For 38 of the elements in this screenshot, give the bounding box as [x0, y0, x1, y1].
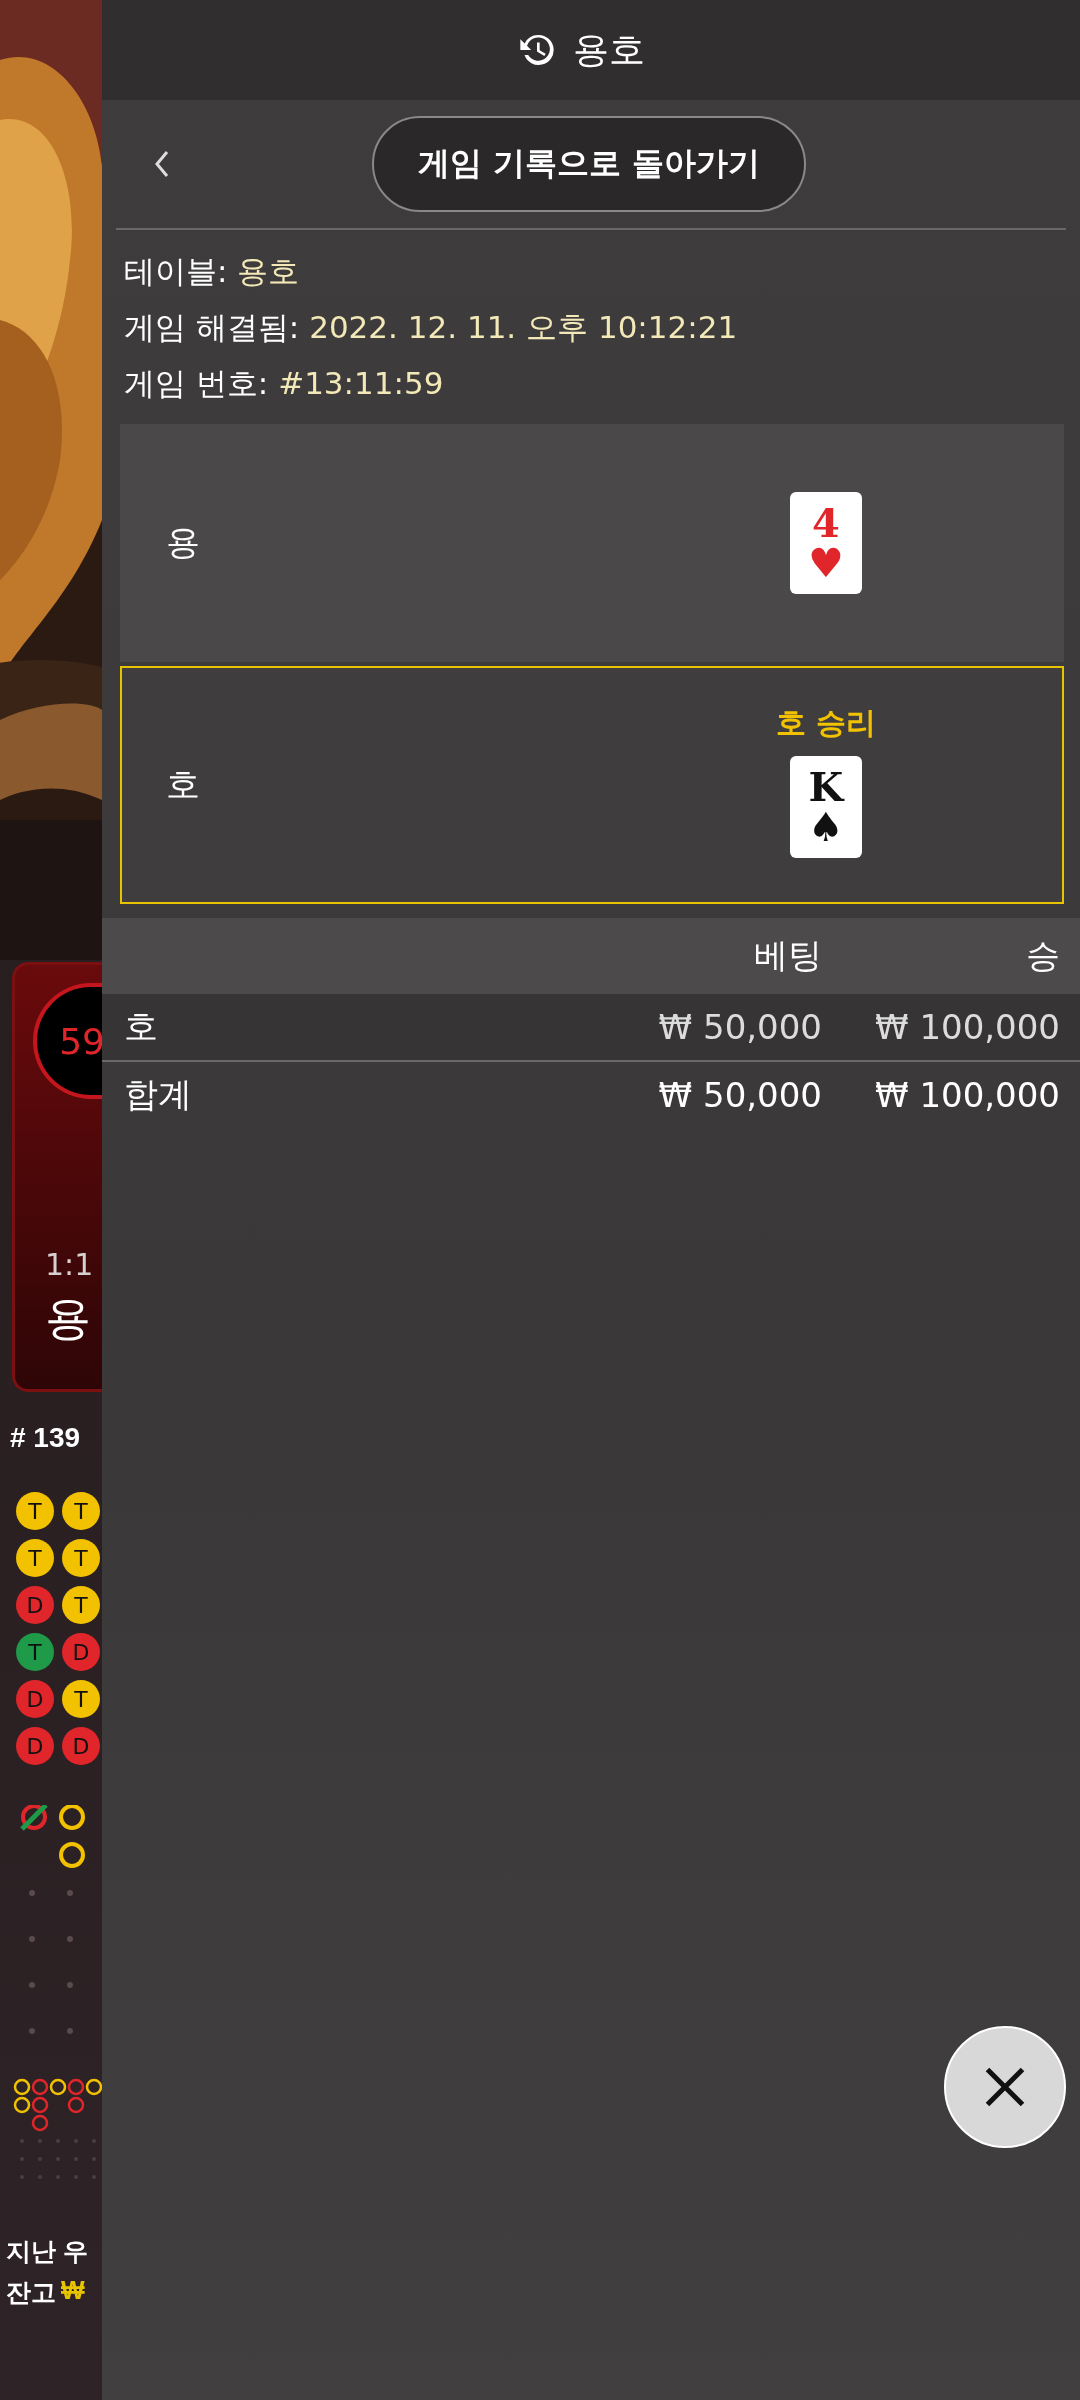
column-header: 베팅	[753, 934, 822, 977]
bead: T	[62, 1492, 100, 1530]
bet-spot-label: 용	[45, 1290, 91, 1347]
playing-card: 4 ♥	[790, 492, 862, 594]
last-win-label: 지난 우	[6, 2236, 88, 2267]
bead: T	[62, 1539, 100, 1577]
bead: D	[16, 1680, 54, 1718]
table-cell-text: ₩ 100,000	[873, 1075, 1061, 1115]
back-to-history-button[interactable]: 게임 기록으로 돌아가기	[371, 116, 807, 212]
table-cell-text: 합계	[123, 1073, 193, 1116]
table-cell-text: ₩ 100,000	[873, 1007, 1061, 1047]
bead: T	[62, 1586, 100, 1624]
result-label: 호 승리	[775, 703, 877, 742]
bead: T	[16, 1633, 54, 1671]
table-cell-text: ₩ 50,000	[657, 1007, 822, 1047]
table-cell-text: 호	[123, 1005, 159, 1048]
playing-card: K ♠	[790, 755, 862, 858]
header-title: 용호	[573, 27, 645, 72]
round-number: # 139	[10, 1422, 81, 1454]
hand-name: 용	[166, 521, 201, 564]
hand-name: 호	[166, 763, 201, 806]
bead: T	[62, 1680, 100, 1718]
currency-sign: ₩	[61, 2276, 85, 2306]
detail-line: 게임 해결됨: 2022. 12. 11. 오후 10:12:21	[124, 308, 739, 347]
bead: T	[16, 1492, 54, 1530]
bead: D	[16, 1727, 54, 1765]
detail-line: 게임 번호: #13:11:59	[124, 364, 445, 403]
bet-spot-panel[interactable]: 59 1:1 용	[12, 962, 102, 1392]
table-cell-text: ₩ 50,000	[657, 1075, 822, 1115]
column-header: 승	[1025, 934, 1061, 977]
bead: D	[62, 1727, 100, 1765]
payout-odds: 1:1	[45, 1247, 94, 1282]
detail-line: 테이블: 용호	[124, 252, 301, 291]
bead: T	[16, 1539, 54, 1577]
balance-label: 잔고	[6, 2277, 56, 2308]
countdown-timer: 59	[33, 983, 102, 1099]
bead: D	[16, 1586, 54, 1624]
bead: D	[62, 1633, 100, 1671]
